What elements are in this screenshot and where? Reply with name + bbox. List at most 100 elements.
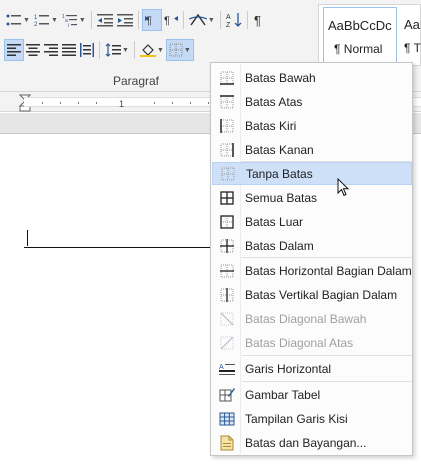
style-normal[interactable]: AaBbCcDc ¶ Normal [323, 7, 397, 63]
increase-indent-icon [116, 14, 133, 27]
multilevel-list-icon: 1ai [62, 14, 77, 27]
menu-item-label: Tampilan Garis Kisi [245, 411, 348, 426]
menu-item-label: Gambar Tabel [245, 387, 321, 402]
bullets-button[interactable]: ▼ [4, 9, 32, 31]
ribbon-row-2: ▼ ▼ ▼ [4, 39, 194, 61]
svg-text:A: A [219, 364, 224, 371]
numbering-button[interactable]: 12 ▼ [32, 9, 60, 31]
distributed-button[interactable] [78, 39, 96, 61]
svg-text:¶: ¶ [146, 15, 152, 27]
menu-item-horizontal-line[interactable]: A Garis Horizontal [212, 357, 412, 380]
text-effects-icon [188, 13, 207, 26]
menu-item-label: Batas Horizontal Bagian Dalam [245, 263, 412, 278]
shading-button[interactable]: ▼ [138, 39, 166, 61]
justify-button[interactable] [60, 39, 78, 61]
menu-item-label: Batas Kanan [245, 142, 314, 157]
show-formatting-button[interactable]: ¶ [251, 9, 269, 31]
menu-item-draw-table[interactable]: Gambar Tabel [212, 383, 412, 406]
svg-text:i: i [68, 23, 69, 27]
style-next[interactable]: AaBbCcDc ¶ T [401, 7, 421, 63]
menu-item-label: Batas Atas [245, 94, 303, 109]
menu-item-label: Batas Diagonal Atas [245, 335, 354, 350]
menu-item-all-borders[interactable]: Semua Batas [212, 186, 412, 209]
sort-button[interactable]: AZ [224, 9, 244, 31]
svg-text:1: 1 [34, 15, 38, 21]
svg-text:¶: ¶ [164, 15, 170, 27]
multilevel-list-button[interactable]: 1ai ▼ [60, 9, 88, 31]
menu-item-diagonal-up-border: Batas Diagonal Atas [212, 331, 412, 354]
line-spacing-button[interactable]: ▼ [103, 39, 131, 61]
no-border-icon [221, 167, 235, 180]
text-cursor [27, 230, 28, 246]
menu-item-borders-and-shading[interactable]: Batas dan Bayangan... [212, 431, 412, 454]
menu-item-label: Batas Kiri [245, 118, 297, 133]
menu-item-inside-borders[interactable]: Batas Dalam [212, 234, 412, 257]
menu-item-label: Tanpa Batas [246, 166, 313, 181]
menu-item-right-border[interactable]: Batas Kanan [212, 138, 412, 161]
style-sample: AaBbCcDc [404, 17, 421, 32]
sort-icon: AZ [226, 13, 242, 28]
inside-borders-icon [220, 238, 234, 253]
style-name: ¶ Normal [334, 42, 383, 56]
align-right-icon [44, 44, 58, 56]
align-left-icon [7, 44, 21, 56]
menu-item-label: Batas Diagonal Bawah [245, 311, 367, 326]
svg-text:2: 2 [34, 22, 38, 27]
inside-horizontal-border-icon [220, 264, 234, 277]
svg-text:A: A [226, 14, 231, 21]
menu-item-label: Batas Luar [245, 214, 304, 229]
decrease-indent-button[interactable] [95, 9, 115, 31]
border-left-icon [220, 118, 234, 133]
menu-item-outside-borders[interactable]: Batas Luar [212, 210, 412, 233]
horizontal-line [24, 247, 214, 248]
diagonal-down-border-icon [220, 312, 234, 325]
menu-item-no-border[interactable]: Tanpa Batas [212, 162, 412, 185]
pilcrow-icon: ¶ [254, 13, 261, 27]
menu-item-top-border[interactable]: Batas Atas [212, 90, 412, 113]
style-sample: AaBbCcDc [328, 18, 392, 33]
all-borders-icon [220, 190, 234, 205]
borders-button[interactable]: ▼ [165, 39, 194, 61]
distributed-icon [80, 43, 94, 57]
menu-item-label: Batas dan Bayangan... [245, 435, 367, 450]
increase-indent-button[interactable] [115, 9, 135, 31]
rtl-button[interactable]: ¶ [162, 9, 180, 31]
align-right-button[interactable] [42, 39, 60, 61]
ltr-button[interactable]: ¶ [141, 9, 162, 31]
menu-item-inside-horizontal-border[interactable]: Batas Horizontal Bagian Dalam [212, 259, 412, 282]
borders-dropdown-menu: Batas Bawah Batas Atas Batas Kiri Batas … [210, 62, 413, 456]
borders-shading-icon [220, 435, 234, 450]
menu-item-label: Semua Batas [245, 190, 318, 205]
menu-item-diagonal-down-border: Batas Diagonal Bawah [212, 307, 412, 330]
horizontal-line-icon: A [219, 363, 235, 375]
text-effects-button[interactable]: ▼ [187, 9, 217, 31]
menu-item-label: Garis Horizontal [245, 361, 332, 376]
align-center-button[interactable] [24, 39, 42, 61]
line-spacing-icon [105, 43, 121, 57]
ruler-number: 1 [119, 99, 125, 109]
view-gridlines-icon [219, 412, 235, 425]
justify-icon [62, 44, 76, 56]
numbering-icon: 12 [34, 15, 49, 27]
border-bottom-icon [220, 71, 234, 85]
style-name: ¶ T [404, 41, 421, 55]
menu-item-left-border[interactable]: Batas Kiri [212, 114, 412, 137]
menu-item-inside-vertical-border[interactable]: Batas Vertikal Bagian Dalam [212, 283, 412, 306]
menu-item-label: Batas Vertikal Bagian Dalam [245, 287, 398, 302]
border-right-icon [220, 142, 234, 157]
ribbon-row-1: ▼ 12 ▼ 1ai ▼ ¶ ¶ ▼ AZ ¶ [4, 9, 269, 31]
draw-table-icon [219, 387, 235, 401]
styles-gallery: AaBbCcDc ¶ Normal AaBbCcDc ¶ T [318, 4, 421, 66]
menu-item-bottom-border[interactable]: Batas Bawah [212, 66, 412, 89]
menu-item-label: Batas Bawah [245, 70, 316, 85]
decrease-indent-icon [96, 14, 113, 27]
align-left-button[interactable] [4, 39, 24, 61]
menu-item-view-gridlines[interactable]: Tampilan Garis Kisi [212, 407, 412, 430]
svg-text:¶: ¶ [254, 13, 261, 27]
bullets-icon [6, 14, 21, 26]
ltr-icon: ¶ [144, 15, 152, 27]
border-top-icon [220, 94, 234, 108]
align-center-icon [26, 44, 40, 56]
outside-borders-icon [220, 214, 234, 229]
mouse-pointer-icon [337, 178, 350, 197]
